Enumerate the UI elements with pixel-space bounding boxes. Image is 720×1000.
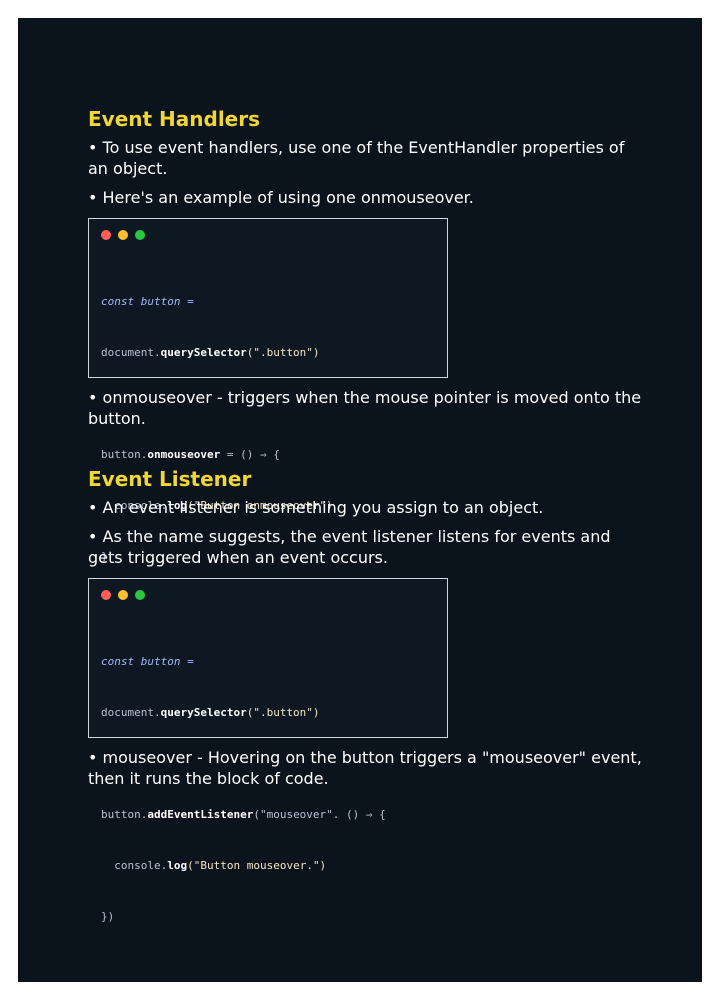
code-object: document. (101, 706, 161, 720)
code-punct: ("mouseover". () ⇒ { (253, 808, 386, 822)
event-handlers-section: Event Handlers • To use event handlers, … (88, 107, 648, 563)
code-object: button. (101, 448, 148, 462)
code-window: const button = document.querySelector(".… (88, 218, 448, 563)
code-line: }) (101, 908, 435, 925)
window-controls (101, 590, 145, 601)
code-line: document.querySelector(".button") (101, 344, 435, 361)
code-line: document.querySelector(".button") (101, 704, 435, 721)
code-object: document. (101, 346, 161, 360)
code-keyword: const button = (101, 655, 194, 669)
code-function: querySelector (160, 706, 247, 720)
maximize-dot-icon (135, 230, 145, 241)
close-dot-icon (101, 590, 111, 601)
code-function: onmouseover (147, 448, 221, 462)
code-line: button.addEventListener("mouseover". () … (101, 806, 435, 823)
code-line: const button = (101, 293, 435, 310)
document-page: Event Handlers • To use event handlers, … (18, 18, 702, 982)
code-function: querySelector (160, 346, 247, 360)
code-string: ("Button mouseover.") (187, 859, 327, 873)
maximize-dot-icon (135, 590, 145, 601)
code-punct: = () ⇒ { (220, 448, 280, 462)
code-keyword: const button = (101, 295, 194, 309)
event-listener-section: Event Listener • An event listener is so… (88, 467, 648, 923)
code-string: (".button") (246, 706, 320, 720)
code-object: console. (101, 859, 168, 873)
code-function: addEventListener (147, 808, 254, 822)
close-dot-icon (101, 230, 111, 241)
code-string: (".button") (246, 346, 320, 360)
bullet-text: • Here's an example of using one onmouse… (88, 187, 474, 207)
code-object: button. (101, 808, 148, 822)
minimize-dot-icon (118, 230, 128, 241)
code-punct: }) (101, 910, 115, 924)
code-line: button.onmouseover = () ⇒ { (101, 446, 435, 463)
bullet-text: • As the name suggests, the event listen… (88, 526, 611, 567)
bullet-text: • To use event handlers, use one of the … (88, 138, 625, 178)
section-title: Event Listener (88, 467, 252, 491)
code-function: log (167, 859, 188, 873)
section-title: Event Handlers (88, 107, 261, 131)
code-line: console.log("Button mouseover.") (101, 857, 435, 874)
code-window: const button = document.querySelector(".… (88, 578, 448, 923)
bullet-text: • An event listener is something you ass… (88, 498, 544, 517)
code-line: const button = (101, 653, 435, 670)
minimize-dot-icon (118, 590, 128, 601)
code-block: const button = document.querySelector(".… (101, 619, 435, 959)
window-controls (101, 230, 145, 241)
